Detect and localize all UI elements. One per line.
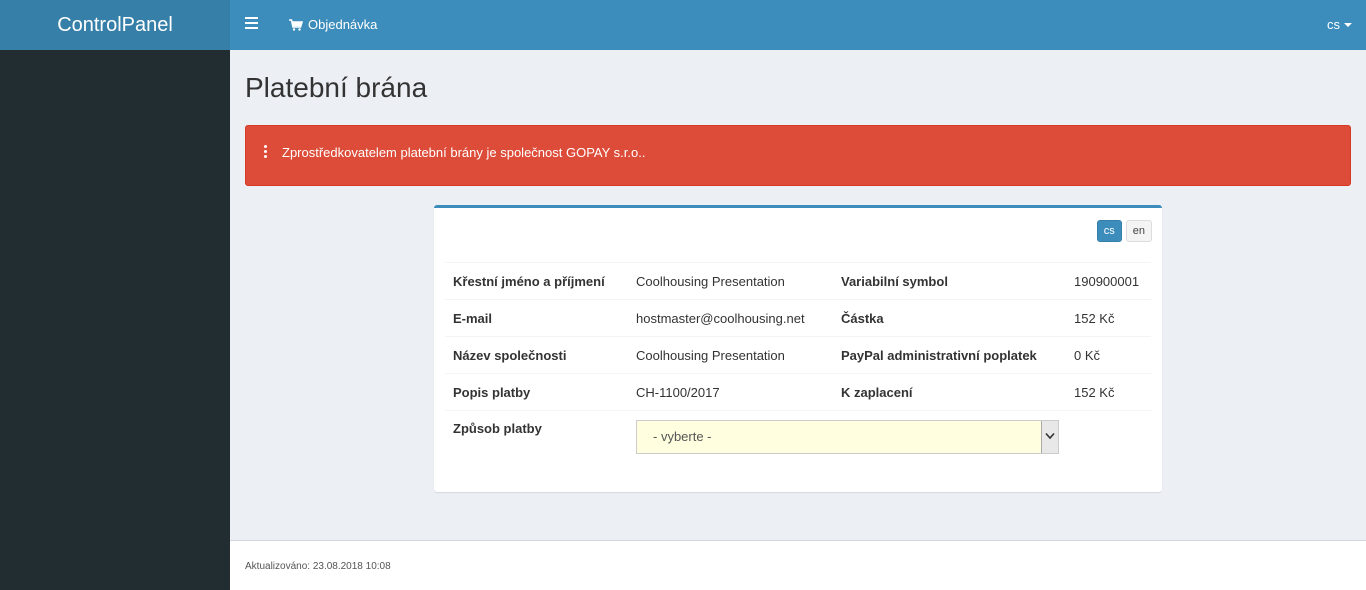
top-navbar: Objednávka cs [230,0,1366,50]
lang-button-cs[interactable]: cs [1096,220,1122,242]
label-company-name: Název společnosti [445,336,628,374]
value-full-name: Coolhousing Presentation [628,262,833,300]
main-content: Platební brána Zprostředkovatelem plateb… [230,50,1366,540]
table-row: Název společnosti Coolhousing Presentati… [445,336,1151,374]
table-row: Popis platby CH-1100/2017 K zaplacení 15… [445,373,1151,411]
payment-method-select[interactable]: - vyberte - [636,420,1059,454]
brand-logo[interactable]: ControlPanel [0,0,230,50]
label-variable-symbol: Variabilní symbol [833,262,1066,300]
sidebar-toggle-icon[interactable] [245,17,258,31]
table-row: E-mail hostmaster@coolhousing.net Částka… [445,299,1151,337]
language-dropdown[interactable]: cs [1327,0,1352,50]
footer: Aktualizováno: 23.08.2018 10:08 [230,540,1366,590]
info-icon [264,145,268,160]
language-current: cs [1327,17,1340,32]
value-to-pay: 152 Kč [1066,373,1151,411]
caret-down-icon [1344,23,1352,27]
alert-text: Zprostředkovatelem platební brány je spo… [282,145,646,160]
value-paypal-fee: 0 Kč [1066,336,1151,374]
nav-order-link[interactable]: Objednávka [289,0,377,50]
sidebar [0,50,230,590]
label-full-name: Křestní jméno a příjmení [445,262,628,300]
payment-method-cell: - vyberte - [628,410,1151,465]
value-variable-symbol: 190900001 [1066,262,1151,300]
last-updated-text: Aktualizováno: 23.08.2018 10:08 [245,561,391,572]
select-chevron-down-icon[interactable] [1041,421,1058,453]
table-row: Způsob platby - vyberte - [445,410,1151,465]
payment-details-table: Křestní jméno a příjmení Coolhousing Pre… [445,262,1151,465]
label-paypal-fee: PayPal administrativní poplatek [833,336,1066,374]
payment-method-selected: - vyberte - [653,429,712,444]
lang-button-en[interactable]: en [1125,220,1152,242]
language-switcher: cs en [1096,220,1152,242]
label-to-pay: K zaplacení [833,373,1066,411]
value-company-name: Coolhousing Presentation [628,336,833,374]
value-payment-description: CH-1100/2017 [628,373,833,411]
label-payment-method: Způsob platby [445,410,628,465]
cart-icon [289,19,303,31]
value-amount: 152 Kč [1066,299,1151,337]
value-email: hostmaster@coolhousing.net [628,299,833,337]
label-email: E-mail [445,299,628,337]
label-amount: Částka [833,299,1066,337]
page-title: Platební brána [245,72,428,103]
info-alert: Zprostředkovatelem platební brány je spo… [245,125,1351,186]
table-row: Křestní jméno a příjmení Coolhousing Pre… [445,262,1151,300]
label-payment-description: Popis platby [445,373,628,411]
payment-box: cs en Křestní jméno a příjmení Coolhousi… [434,205,1162,492]
nav-order-label: Objednávka [308,17,378,32]
